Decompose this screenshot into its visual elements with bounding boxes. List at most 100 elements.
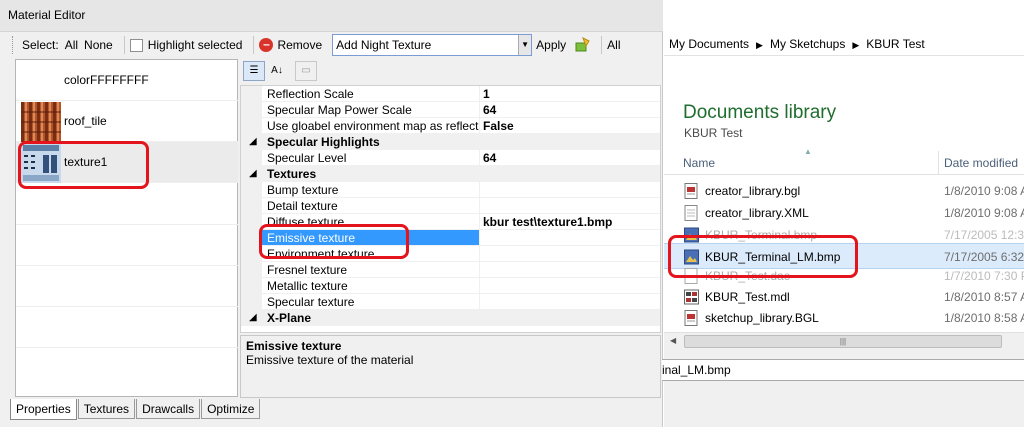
highlight-selected-checkbox[interactable] xyxy=(129,38,143,52)
property-grid[interactable]: Reflection Scale 1 Specular Map Power Sc… xyxy=(240,85,661,333)
breadcrumb-item[interactable]: KBUR Test xyxy=(866,37,924,51)
property-grid-toolbar: ☰ A↓ ▭ xyxy=(240,59,661,83)
property-value[interactable] xyxy=(480,294,660,310)
property-row-fresnel-texture[interactable]: Fresnel texture xyxy=(241,262,660,278)
property-value[interactable]: kbur test\texture1.bmp xyxy=(480,214,660,230)
file-date: 1/7/2010 7:30 P xyxy=(944,269,1024,283)
property-row-specular-texture[interactable]: Specular texture xyxy=(241,294,660,310)
file-name: sketchup_library.BGL xyxy=(705,311,819,325)
help-title: Emissive texture xyxy=(246,339,342,353)
apply-all-button[interactable]: All xyxy=(607,38,620,52)
window-title: Material Editor xyxy=(0,0,663,32)
category-textures[interactable]: ◢ Textures xyxy=(241,166,660,182)
property-value[interactable]: 64 xyxy=(480,150,660,166)
help-description: Emissive texture of the material xyxy=(246,353,414,367)
chevron-down-icon[interactable]: ▼ xyxy=(518,35,532,55)
property-value[interactable]: 64 xyxy=(480,102,660,118)
tab-textures[interactable]: Textures xyxy=(77,399,136,419)
property-value[interactable]: False xyxy=(480,118,660,134)
material-list[interactable]: colorFFFFFFFF roof_tile texture1 xyxy=(15,59,238,397)
category-specular-highlights[interactable]: ◢ Specular Highlights xyxy=(241,134,660,150)
property-pages-icon[interactable]: ▭ xyxy=(295,61,317,81)
select-none-button[interactable]: None xyxy=(84,38,113,52)
property-row-bump-texture[interactable]: Bump texture xyxy=(241,182,660,198)
select-label: Select: xyxy=(22,38,59,52)
filename-input[interactable]: inal_LM.bmp xyxy=(662,359,1024,381)
tab-properties[interactable]: Properties xyxy=(10,399,77,420)
library-subtitle: KBUR Test xyxy=(684,126,743,140)
scrollbar-thumb[interactable]: ||| xyxy=(684,335,1002,348)
library-title: Documents library xyxy=(683,102,837,123)
collapse-triangle-icon[interactable]: ◢ xyxy=(249,312,257,323)
material-label: colorFFFFFFFF xyxy=(64,73,149,87)
toolbar-grip[interactable] xyxy=(12,36,16,54)
file-date: 7/17/2005 6:32 xyxy=(944,250,1024,264)
scroll-left-icon[interactable]: ◀ xyxy=(670,336,676,345)
bottom-tabs: Properties Textures Drawcalls Optimize xyxy=(10,399,261,420)
category-name: Specular Highlights xyxy=(267,135,380,149)
property-name: Detail texture xyxy=(262,198,480,214)
horizontal-scrollbar[interactable]: ◀ ||| xyxy=(664,332,1024,349)
column-header: ▲ Name Date modified xyxy=(664,147,1024,175)
tab-optimize[interactable]: Optimize xyxy=(201,399,261,419)
file-date: 1/8/2010 8:57 A xyxy=(944,290,1024,304)
property-row-specular-map-power-scale[interactable]: Specular Map Power Scale 64 xyxy=(241,102,660,118)
breadcrumb-item[interactable]: My Sketchups xyxy=(770,37,845,51)
file-bgl-icon xyxy=(684,183,699,199)
property-value[interactable] xyxy=(480,246,660,262)
property-row-specular-level[interactable]: Specular Level 64 xyxy=(241,150,660,166)
sort-ascending-icon: ▲ xyxy=(804,147,812,156)
property-value[interactable] xyxy=(480,198,660,214)
explorer-window: My Documents ▶ My Sketchups ▶ KBUR Test Docu… xyxy=(662,0,1024,427)
property-value[interactable] xyxy=(480,182,660,198)
texture-action-dropdown[interactable]: Add Night Texture ▼ xyxy=(332,34,533,56)
explorer-top-area xyxy=(664,0,1024,32)
remove-icon[interactable]: – xyxy=(259,38,274,52)
alphabetical-sort-icon[interactable]: A↓ xyxy=(266,61,288,81)
collapse-triangle-icon[interactable]: ◢ xyxy=(249,136,257,147)
file-name: creator_library.XML xyxy=(705,206,809,220)
property-value[interactable] xyxy=(480,262,660,278)
highlight-annotation xyxy=(259,224,409,259)
collapse-triangle-icon[interactable]: ◢ xyxy=(249,168,257,179)
file-xml-icon xyxy=(684,205,699,221)
apply-wand-icon[interactable] xyxy=(574,36,590,53)
column-separator[interactable] xyxy=(938,151,939,175)
chevron-right-icon[interactable]: ▶ xyxy=(756,40,763,50)
category-x-plane[interactable]: ◢ X-Plane xyxy=(241,310,660,326)
property-name: Fresnel texture xyxy=(262,262,480,278)
remove-button[interactable]: Remove xyxy=(277,38,322,52)
property-value[interactable] xyxy=(480,230,660,246)
property-row-metallic-texture[interactable]: Metallic texture xyxy=(241,278,660,294)
file-row[interactable]: creator_library.bgl 1/8/2010 9:08 A xyxy=(664,180,1024,202)
file-row[interactable]: sketchup_library.BGL 1/8/2010 8:58 A xyxy=(664,307,1024,329)
category-name: X-Plane xyxy=(267,311,312,325)
property-row-detail-texture[interactable]: Detail texture xyxy=(241,198,660,214)
apply-button[interactable]: Apply xyxy=(536,38,566,52)
chevron-right-icon[interactable]: ▶ xyxy=(852,40,859,50)
texture-action-value: Add Night Texture xyxy=(336,38,432,52)
material-item-colorffffffff[interactable]: colorFFFFFFFF xyxy=(16,60,238,101)
breadcrumb-item[interactable]: My Documents xyxy=(669,37,749,51)
highlight-annotation xyxy=(18,141,149,189)
roof-tile-thumbnail xyxy=(21,102,61,142)
material-item-roof-tile[interactable]: roof_tile xyxy=(16,101,238,142)
property-row-reflection-scale[interactable]: Reflection Scale 1 xyxy=(241,86,660,102)
property-row-use-global-env-map[interactable]: Use gloabel environment map as reflectio… xyxy=(241,118,660,134)
property-value[interactable] xyxy=(480,278,660,294)
categorized-view-icon[interactable]: ☰ xyxy=(243,61,265,81)
file-row[interactable]: KBUR_Test.mdl 1/8/2010 8:57 A xyxy=(664,286,1024,308)
category-name: Textures xyxy=(267,167,317,181)
property-name: Specular Map Power Scale xyxy=(262,102,480,118)
property-help-panel: Emissive texture Emissive texture of the… xyxy=(240,335,661,398)
select-all-button[interactable]: All xyxy=(65,38,78,52)
tab-drawcalls[interactable]: Drawcalls xyxy=(136,399,201,419)
file-row[interactable]: creator_library.XML 1/8/2010 9:08 A xyxy=(664,202,1024,224)
toolbar: Select: All None Highlight selected – Re… xyxy=(0,32,663,58)
property-value[interactable]: 1 xyxy=(480,86,660,102)
column-name-header[interactable]: Name xyxy=(683,156,715,170)
file-date: 1/8/2010 9:08 A xyxy=(944,184,1024,198)
property-name: Specular texture xyxy=(262,294,480,310)
column-date-header[interactable]: Date modified xyxy=(944,156,1018,170)
breadcrumb[interactable]: My Documents ▶ My Sketchups ▶ KBUR Test xyxy=(664,32,1024,56)
